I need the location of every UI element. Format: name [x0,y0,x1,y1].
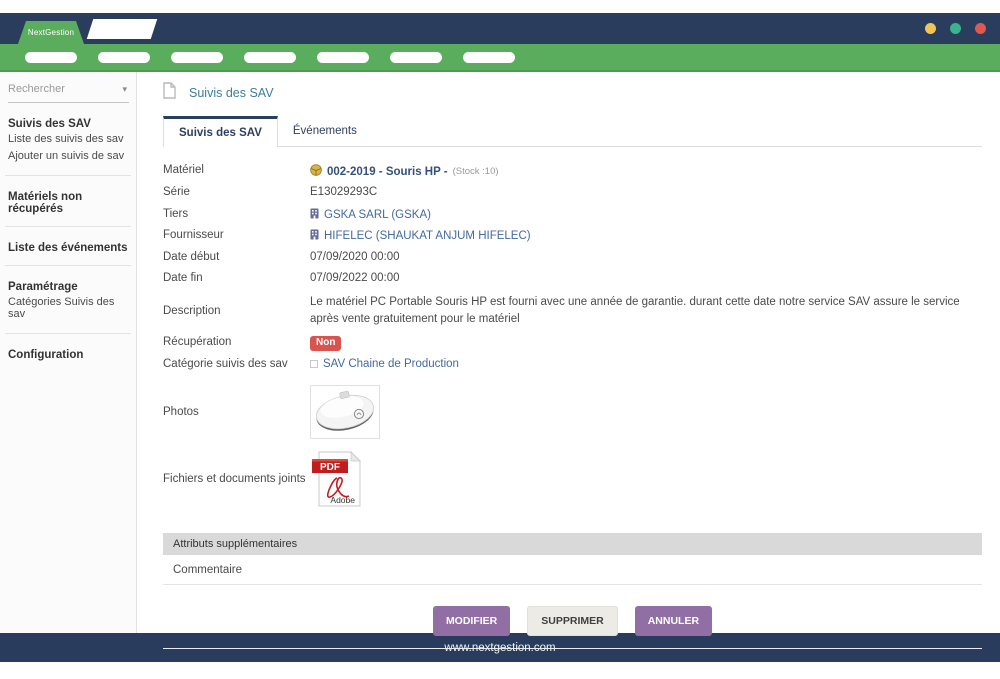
chevron-down-icon: ▾ [122,84,127,95]
main-navbar [0,44,1000,72]
delete-button[interactable]: SUPPRIMER [527,606,617,636]
pdf-banner-text: PDF [320,462,340,473]
attributes-header-bar: Attributs supplémentaires [163,533,982,555]
window-dot-teal[interactable] [950,23,961,34]
tab-suivis-des-sav[interactable]: Suivis des SAV [163,116,278,147]
main-panel: Suivis des SAV Suivis des SAV Événements… [137,72,1000,633]
date-fin-value: 07/09/2022 00:00 [310,272,400,284]
pdf-brand-text: Adobe [330,495,355,505]
document-icon [163,82,176,104]
tiers-link[interactable]: GSKA SARL (GSKA) [324,209,431,221]
field-label: Matériel [163,164,310,176]
brand-tab[interactable]: NextGestion [18,21,84,44]
row-serie: Série E13029293C [163,182,982,204]
sidebar-heading-suivis-des-sav[interactable]: Suivis des SAV [0,118,136,130]
row-materiel: Matériel 002-2019 - Souris HP - (Stock :… [163,160,982,182]
fournisseur-link[interactable]: HIFELEC (SHAUKAT ANJUM HIFELEC) [324,230,531,242]
sidebar-heading-materiels-non-recuperes[interactable]: Matériels non récupérés [0,191,136,215]
page-title: Suivis des SAV [189,86,274,100]
content-area: Rechercher ▾ Suivis des SAV Liste des su… [0,72,1000,633]
sidebar-divider [5,265,131,266]
description-value: Le matériel PC Portable Souris HP est fo… [310,294,982,330]
attributes-header-label: Attributs supplémentaires [173,538,297,550]
row-date-debut: Date début 07/09/2020 00:00 [163,247,982,269]
ghost-tab [87,19,157,39]
building-icon [310,229,319,243]
nav-pill-3[interactable] [171,52,223,63]
sidebar-divider [5,333,131,334]
nav-pill-5[interactable] [317,52,369,63]
detail-form: Matériel 002-2019 - Souris HP - (Stock :… [163,160,982,511]
sidebar-item-ajouter-un-suivis[interactable]: Ajouter un suivis de sav [0,147,136,164]
search-select[interactable]: Rechercher ▾ [8,81,129,103]
materiel-link[interactable]: 002-2019 - Souris HP - [327,166,448,178]
nav-pill-2[interactable] [98,52,150,63]
window-controls [925,23,986,34]
page-header: Suivis des SAV [163,82,982,104]
sidebar-item-categories-suivis[interactable]: Catégories Suivis des sav [0,293,136,322]
nav-pill-1[interactable] [25,52,77,63]
category-icon [310,360,318,368]
stock-info: (Stock :10) [453,166,499,177]
sidebar: Rechercher ▾ Suivis des SAV Liste des su… [0,72,137,633]
serie-value: E13029293C [310,186,377,198]
bottom-strip [0,662,1000,679]
comment-label: Commentaire [173,564,242,576]
row-categorie: Catégorie suivis des sav SAV Chaine de P… [163,354,982,376]
field-label: Catégorie suivis des sav [163,358,310,370]
row-recuperation: Récupération Non [163,332,982,354]
nav-pill-7[interactable] [463,52,515,63]
row-date-fin: Date fin 07/09/2022 00:00 [163,268,982,290]
sidebar-heading-configuration[interactable]: Configuration [0,349,136,361]
top-strip [0,0,1000,13]
window-dot-red[interactable] [975,23,986,34]
action-buttons: MODIFIER SUPPRIMER ANNULER [163,606,982,636]
cancel-button[interactable]: ANNULER [635,606,712,636]
comment-row: Commentaire [163,555,982,585]
date-debut-value: 07/09/2020 00:00 [310,251,400,263]
nav-pill-6[interactable] [390,52,442,63]
sidebar-heading-liste-des-evenements[interactable]: Liste des événements [0,242,136,254]
nav-pill-4[interactable] [244,52,296,63]
window-titlebar: NextGestion [0,13,1000,44]
photo-thumbnail-mouse[interactable] [310,385,380,439]
field-label: Série [163,186,310,198]
tab-strip: Suivis des SAV Événements [163,116,982,147]
brand-logo-text: NextGestion [28,28,74,37]
status-badge: Non [310,336,341,351]
row-tiers: Tiers GSKA SARL (GSKA) [163,204,982,226]
pdf-file-icon[interactable]: PDF Adobe [310,450,365,508]
field-label: Description [163,305,310,317]
field-label: Fournisseur [163,229,310,241]
tab-evenements[interactable]: Événements [278,116,372,146]
categorie-link[interactable]: SAV Chaine de Production [323,358,459,370]
field-label: Photos [163,406,310,418]
field-label: Fichiers et documents joints [163,473,310,485]
building-icon [310,208,319,222]
sidebar-item-liste-des-suivis[interactable]: Liste des suivis des sav [0,130,136,147]
row-photos: Photos [163,381,982,442]
sidebar-divider [5,175,131,176]
sidebar-heading-parametrage[interactable]: Paramétrage [0,281,136,293]
row-fournisseur: Fournisseur HIFELEC (SHAUKAT ANJUM HIFEL… [163,225,982,247]
field-label: Date fin [163,272,310,284]
bottom-divider [163,648,982,649]
field-label: Date début [163,251,310,263]
row-fichiers: Fichiers et documents joints PDF Adobe [163,446,982,511]
row-description: Description Le matériel PC Portable Sour… [163,290,982,333]
field-label: Récupération [163,336,310,348]
modify-button[interactable]: MODIFIER [433,606,510,636]
field-label: Tiers [163,208,310,220]
package-icon [310,164,322,179]
window-dot-yellow[interactable] [925,23,936,34]
search-placeholder: Rechercher [8,83,65,95]
sidebar-divider [5,226,131,227]
